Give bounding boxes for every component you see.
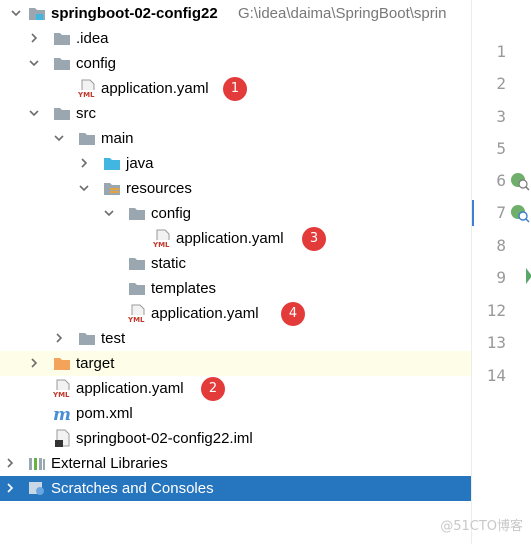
tree-row-target[interactable]: target <box>0 351 471 376</box>
chevron-down-icon[interactable] <box>102 206 116 220</box>
folder-icon <box>127 204 147 223</box>
project-path: G:\idea\daima\SpringBoot\sprin <box>238 5 447 22</box>
tree-label: test <box>101 330 126 347</box>
folder-icon <box>77 329 97 348</box>
line-number: 8 <box>496 236 506 255</box>
tree-label: static <box>151 255 187 272</box>
yml-file-icon: YML <box>52 379 72 398</box>
bean-gutter-icon[interactable] <box>510 202 530 224</box>
yml-file-icon: YML <box>127 304 147 323</box>
module-folder-icon <box>27 4 47 23</box>
tree-label: springboot-02-config22.iml <box>76 430 253 447</box>
line-number: 13 <box>486 333 506 352</box>
iml-file-icon <box>52 429 72 448</box>
source-folder-icon <box>102 154 122 173</box>
tree-row-root-application-yaml[interactable]: YML application.yaml 2 <box>0 376 471 401</box>
line-number: 1 <box>496 42 506 61</box>
tree-row-main[interactable]: main <box>0 126 471 151</box>
tree-row-project-root[interactable]: springboot-02-config22 G:\idea\daima\Spr… <box>0 1 471 26</box>
chevron-down-icon[interactable] <box>27 56 41 70</box>
tree-label: src <box>76 105 96 122</box>
tree-row-templates[interactable]: templates <box>0 276 471 301</box>
resources-folder-icon <box>102 179 122 198</box>
number-badge: 2 <box>201 377 225 401</box>
library-icon <box>27 454 47 473</box>
line-number: 5 <box>496 139 506 158</box>
tree-label: application.yaml <box>176 230 284 247</box>
tree-row-resources[interactable]: resources <box>0 176 471 201</box>
watermark: @51CTO博客 <box>440 519 523 534</box>
svg-text:YML: YML <box>127 316 145 323</box>
folder-icon <box>127 254 147 273</box>
tree-row-resources-config-application-yaml[interactable]: YML application.yaml 3 <box>0 226 471 251</box>
scratches-icon <box>27 479 47 498</box>
bean-gutter-icon[interactable] <box>510 170 530 192</box>
tree-label: .idea <box>76 30 109 47</box>
tree-row-iml[interactable]: springboot-02-config22.iml <box>0 426 471 451</box>
chevron-right-icon[interactable] <box>3 456 17 470</box>
run-gutter-icon[interactable] <box>526 268 531 284</box>
number-badge: 3 <box>302 227 326 251</box>
tree-label: application.yaml <box>101 80 209 97</box>
folder-icon <box>77 129 97 148</box>
chevron-right-icon[interactable] <box>27 31 41 45</box>
tree-label: External Libraries <box>51 455 168 472</box>
chevron-right-icon[interactable] <box>3 481 17 495</box>
tree-label: pom.xml <box>76 405 133 422</box>
line-number: 7 <box>496 203 506 222</box>
tree-label: java <box>126 155 154 172</box>
tree-row-resources-application-yaml[interactable]: YML application.yaml 4 <box>0 301 471 326</box>
folder-icon <box>127 279 147 298</box>
svg-text:YML: YML <box>152 241 170 248</box>
tree-row-pom[interactable]: m pom.xml <box>0 401 471 426</box>
tree-row-java[interactable]: java <box>0 151 471 176</box>
tree-row-src[interactable]: src <box>0 101 471 126</box>
tree-label: config <box>76 55 117 72</box>
yml-file-icon: YML <box>152 229 172 248</box>
tree-label: main <box>101 130 134 147</box>
chevron-down-icon[interactable] <box>52 131 66 145</box>
tree-label: application.yaml <box>151 305 259 322</box>
chevron-down-icon[interactable] <box>9 6 23 20</box>
chevron-right-icon[interactable] <box>52 331 66 345</box>
folder-icon <box>52 104 72 123</box>
tree-label: templates <box>151 280 217 297</box>
chevron-down-icon[interactable] <box>27 106 41 120</box>
editor-gutter: 1 2 3 5 6 7 8 9 12 13 14 <box>471 0 531 544</box>
line-number: 9 <box>496 268 506 287</box>
yml-file-icon: YML <box>77 79 97 98</box>
number-badge: 1 <box>223 77 247 101</box>
tree-row-static[interactable]: static <box>0 251 471 276</box>
project-name: springboot-02-config22 <box>51 5 218 22</box>
tree-label: config <box>151 205 192 222</box>
tree-row-config[interactable]: config <box>0 51 471 76</box>
tree-row-external-libraries[interactable]: External Libraries <box>0 451 471 476</box>
excluded-folder-icon <box>52 354 72 373</box>
tree-label: Scratches and Consoles <box>51 480 214 497</box>
line-number: 2 <box>496 74 506 93</box>
tree-label: target <box>76 355 115 372</box>
line-number: 3 <box>496 107 506 126</box>
svg-text:m: m <box>53 405 71 423</box>
folder-icon <box>52 29 72 48</box>
folder-icon <box>52 54 72 73</box>
line-number: 6 <box>496 171 506 190</box>
tree-label: application.yaml <box>76 380 184 397</box>
number-badge: 4 <box>281 302 305 326</box>
chevron-right-icon[interactable] <box>27 356 41 370</box>
svg-text:YML: YML <box>52 391 70 398</box>
line-number: 14 <box>486 366 506 385</box>
tree-row-resources-config[interactable]: config <box>0 201 471 226</box>
line-number: 12 <box>486 301 506 320</box>
project-tree: springboot-02-config22 G:\idea\daima\Spr… <box>0 0 471 544</box>
chevron-right-icon[interactable] <box>77 156 91 170</box>
maven-icon: m <box>52 404 72 423</box>
tree-row-test[interactable]: test <box>0 326 471 351</box>
svg-text:YML: YML <box>77 91 95 98</box>
chevron-down-icon[interactable] <box>77 181 91 195</box>
tree-label: resources <box>126 180 192 197</box>
tree-row-scratches[interactable]: Scratches and Consoles <box>0 476 471 501</box>
tree-row-config-application-yaml[interactable]: YML application.yaml 1 <box>0 76 471 101</box>
tree-row-idea[interactable]: .idea <box>0 26 471 51</box>
